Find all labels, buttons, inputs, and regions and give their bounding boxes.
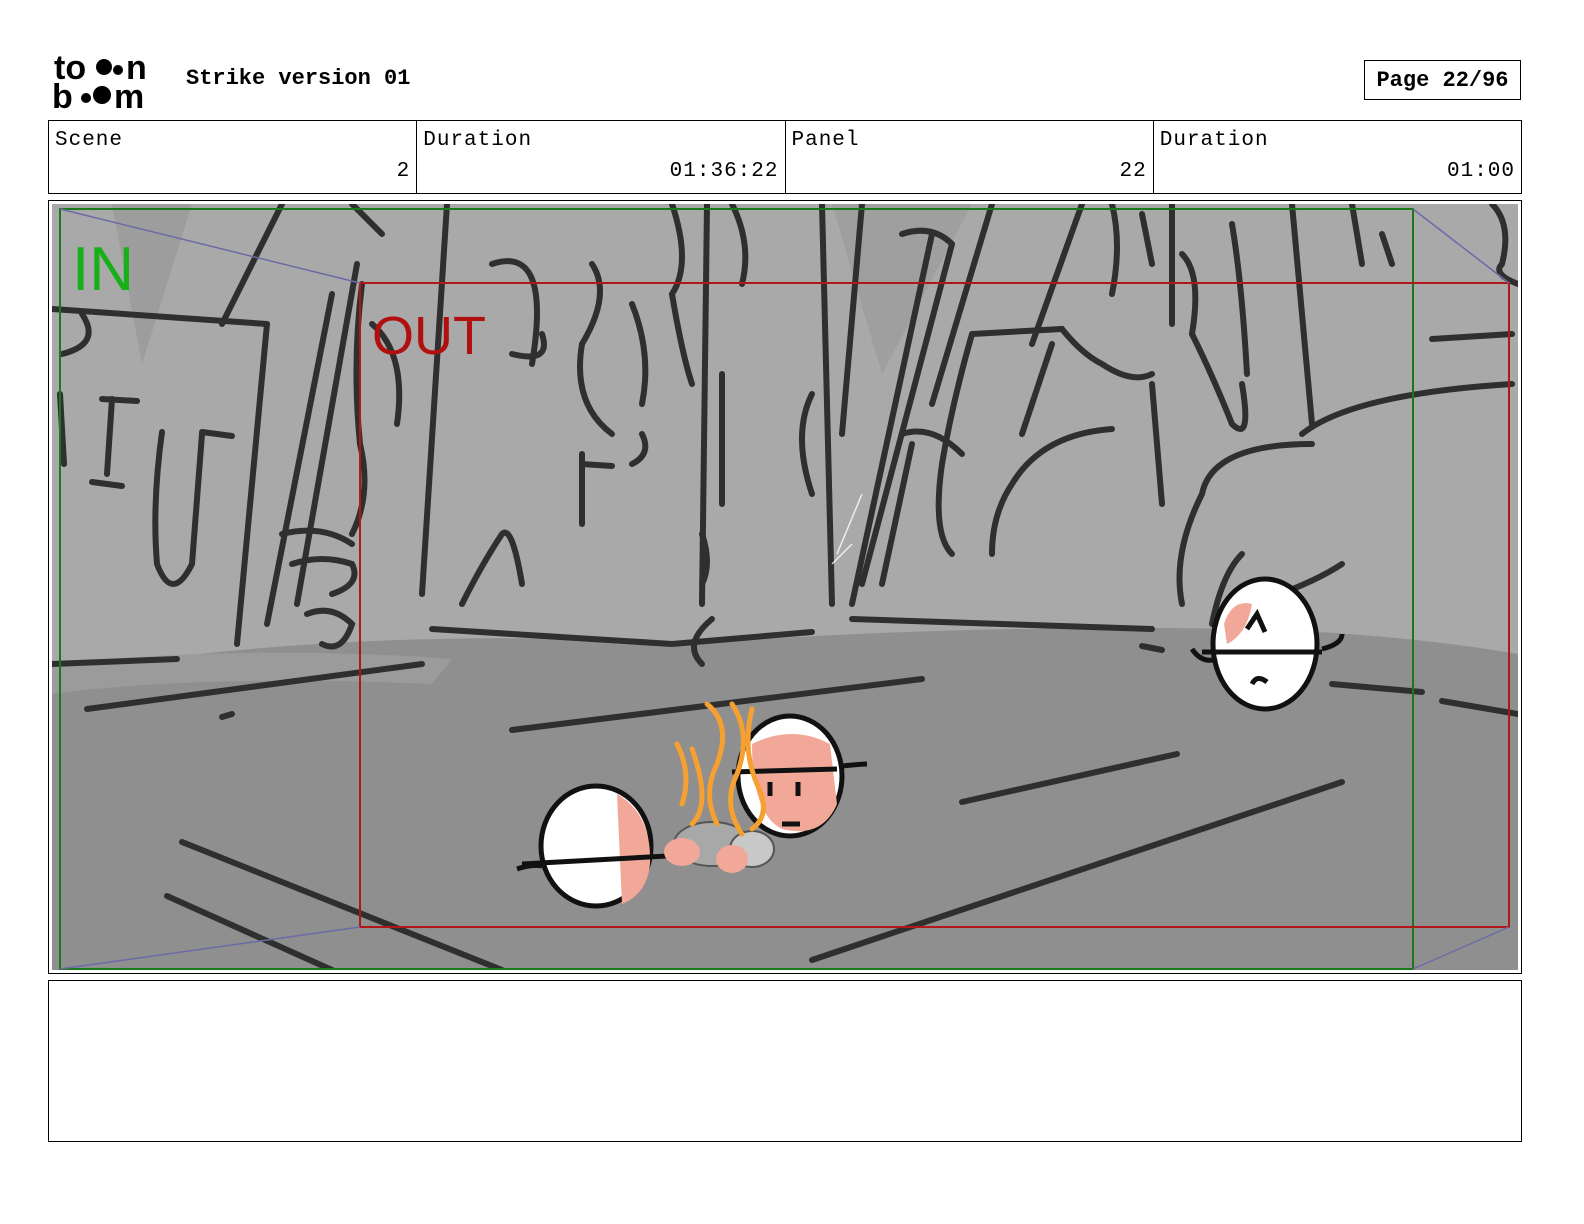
logo-dot (113, 65, 123, 75)
logo-dot (93, 86, 111, 104)
panel-duration-value: 01:00 (1446, 160, 1515, 183)
panel-cell: Panel 22 (786, 121, 1154, 193)
panel-notes-box (48, 980, 1522, 1142)
scene-info-table: Scene 2 Duration 01:36:22 Panel 22 Durat… (48, 120, 1522, 194)
out-label: OUT (372, 306, 486, 366)
logo-dot (81, 93, 91, 103)
panel-duration-cell: Duration 01:00 (1154, 121, 1521, 193)
scene-duration-label: Duration (423, 129, 533, 152)
document-title: Strike version 01 (186, 66, 411, 91)
scene-value: 2 (396, 160, 411, 183)
logo-text-b: b (52, 78, 73, 112)
scene-duration-value: 01:36:22 (669, 160, 779, 183)
panel-duration-label: Duration (1159, 129, 1269, 152)
panel-label: Panel (791, 129, 860, 152)
scene-label: Scene (55, 129, 124, 152)
scene-duration-cell: Duration 01:36:22 (417, 121, 786, 193)
in-label: IN (72, 235, 134, 304)
scene-cell: Scene 2 (49, 121, 418, 193)
panel-value: 22 (1119, 160, 1147, 183)
storyboard-panel: IN OUT (48, 200, 1522, 974)
panel-sketch: IN OUT (52, 204, 1518, 970)
page-indicator: Page 22/96 (1364, 60, 1521, 100)
logo-dot (96, 59, 112, 75)
logo-text-m: m (114, 78, 144, 112)
toonboom-logo: to n b m (52, 50, 147, 112)
